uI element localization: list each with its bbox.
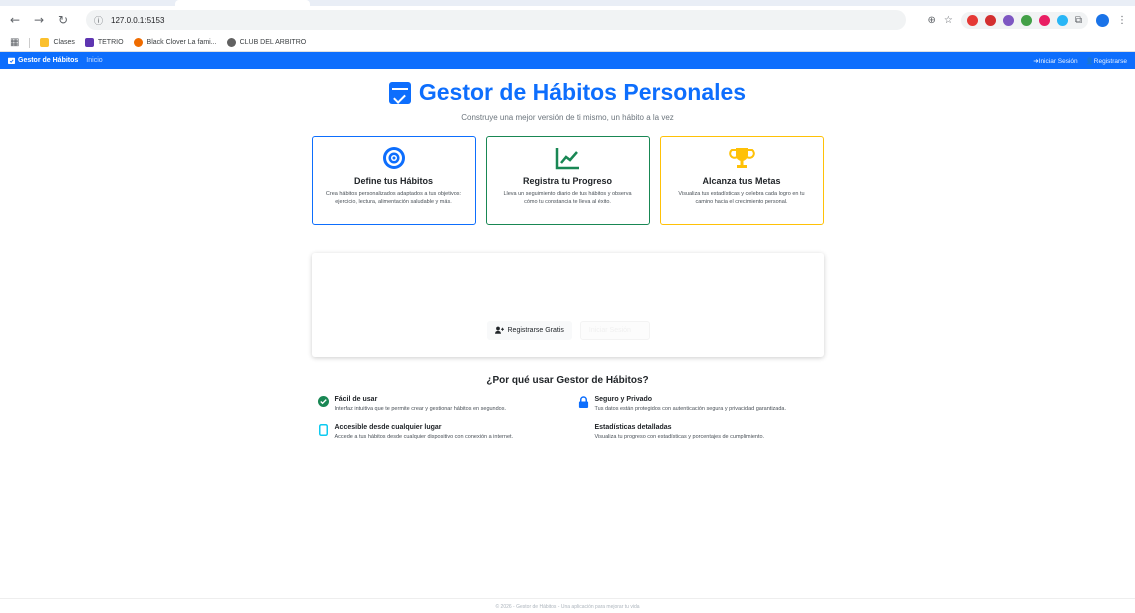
why-item-title: Accesible desde cualquier lugar xyxy=(334,423,442,431)
site-info-icon[interactable]: ⓘ xyxy=(94,14,103,27)
menu-dots-icon[interactable]: ⋮ xyxy=(1117,15,1127,26)
footer-text: © 2026 - Gestor de Hábitos - Una aplicac… xyxy=(495,604,640,610)
why-item-text: Interfaz intuitiva que te permite crear … xyxy=(334,405,507,412)
why-item-stats: Estadísticas detalladas Visualiza tu prog… xyxy=(578,424,828,440)
feature-card-goals: Alcanza tus Metas Visualiza tus estadíst… xyxy=(659,135,824,225)
feature-card-progress: Registra tu Progreso Lleva un seguimient… xyxy=(485,135,650,225)
why-item-title: Fácil de usar xyxy=(334,395,378,403)
calendar-check-icon xyxy=(8,57,15,64)
login-label: Iniciar Sesión xyxy=(1038,57,1078,65)
register-label: Registrarse xyxy=(1093,57,1127,65)
calendar-check-icon xyxy=(388,81,411,104)
why-item-accessible: Accesible desde cualquier lugar Accede a … xyxy=(318,423,568,440)
phone-icon xyxy=(319,423,328,436)
browser-toolbar: ← → ↻ ⓘ 127.0.0.1:5153 ⊕ ☆ ⧉ ⋮ xyxy=(0,6,1135,34)
page-title-text: Gestor de Hábitos Personales xyxy=(418,79,747,105)
lock-icon xyxy=(578,395,589,408)
bookmark-tetrio[interactable]: TETRIO xyxy=(84,38,124,47)
app-navbar: Gestor de Hábitos Inicio ➜Iniciar Sesión… xyxy=(0,52,1135,69)
divider xyxy=(29,37,31,48)
bookmark-label: CLUB DEL ARBITRO xyxy=(239,39,307,46)
why-item-text: Accede a tus hábitos desde cualquier dis… xyxy=(334,433,514,440)
tab-strip xyxy=(0,0,1135,6)
nav-register-link[interactable]: 👤Registrarse xyxy=(1086,57,1127,65)
why-item-title: Estadísticas detalladas xyxy=(594,423,672,431)
url-text: 127.0.0.1:5153 xyxy=(111,15,165,25)
address-bar[interactable]: ⓘ 127.0.0.1:5153 xyxy=(86,10,906,30)
check-circle-icon xyxy=(318,396,329,407)
folder-icon xyxy=(40,38,50,47)
cta-box: Registrarse Gratis Iniciar Sesión xyxy=(312,253,824,357)
cta-login-button[interactable]: Iniciar Sesión xyxy=(579,320,650,340)
why-item-text: Visualiza tu progreso con estadísticas y… xyxy=(594,433,765,440)
brand-label: Gestor de Hábitos xyxy=(18,57,79,64)
tetrio-icon xyxy=(84,38,94,47)
reload-icon[interactable]: ↻ xyxy=(56,13,70,27)
nav-home-link[interactable]: Inicio xyxy=(86,57,102,64)
extension-icon[interactable] xyxy=(984,14,996,26)
bookmarks-bar: ▦ Clases TETRIO Black Clover La fami... … xyxy=(0,34,1135,52)
opera-extension-icon[interactable] xyxy=(966,14,978,26)
browser-tab[interactable] xyxy=(175,0,310,6)
puzzle-icon[interactable]: ⧉ xyxy=(1075,15,1082,26)
bookmark-label: Black Clover La fami... xyxy=(146,39,217,46)
chart-line-icon xyxy=(555,147,579,169)
why-item-easy: Fácil de usar Interfaz intuitiva que te p… xyxy=(318,396,568,412)
feature-cards: Define tus Hábitos Crea hábitos personal… xyxy=(0,135,1135,225)
bookmark-star-icon[interactable]: ☆ xyxy=(944,15,953,26)
back-icon[interactable]: ← xyxy=(8,13,22,27)
trophy-icon xyxy=(728,147,755,168)
navbar-brand[interactable]: Gestor de Hábitos xyxy=(8,57,78,64)
extensions-bar: ⧉ xyxy=(960,11,1088,29)
extension-icon[interactable] xyxy=(1056,14,1068,26)
page-title: Gestor de Hábitos Personales xyxy=(388,79,747,106)
page-subtitle: Construye una mejor versión de ti mismo,… xyxy=(461,112,674,122)
bookmark-black-clover[interactable]: Black Clover La fami... xyxy=(133,38,217,47)
zoom-icon[interactable]: ⊕ xyxy=(928,15,936,26)
profile-avatar[interactable] xyxy=(1096,13,1109,27)
card-title: Registra tu Progreso xyxy=(522,175,613,186)
card-text: Lleva un seguimiento diario de tus hábit… xyxy=(503,190,632,205)
feature-card-define: Define tus Hábitos Crea hábitos personal… xyxy=(311,135,476,225)
target-icon xyxy=(382,146,405,169)
bookmark-label: TETRIO xyxy=(97,39,124,46)
why-item-title: Seguro y Privado xyxy=(594,395,653,403)
register-free-label: Registrarse Gratis xyxy=(507,326,564,334)
forward-icon[interactable]: → xyxy=(32,13,46,27)
apps-grid-icon[interactable]: ▦ xyxy=(10,37,19,48)
card-title: Alcanza tus Metas xyxy=(702,175,781,186)
card-title: Define tus Hábitos xyxy=(353,175,433,186)
extension-icon[interactable] xyxy=(1002,14,1014,26)
why-item-secure: Seguro y Privado Tus datos están protegid… xyxy=(578,396,828,412)
crunchyroll-icon xyxy=(133,38,143,47)
why-section-title: ¿Por qué usar Gestor de Hábitos? xyxy=(486,374,649,386)
card-text: Visualiza tus estadísticas y celebra cad… xyxy=(678,190,805,205)
globe-icon xyxy=(226,38,236,47)
register-free-button[interactable]: Registrarse Gratis xyxy=(486,320,572,340)
why-features: Fácil de usar Interfaz intuitiva que te p… xyxy=(308,396,828,440)
footer-divider xyxy=(0,598,1135,599)
bookmark-clases[interactable]: Clases xyxy=(40,38,75,47)
chart-bar-icon xyxy=(578,424,590,436)
hero-section: Gestor de Hábitos Personales Construye u… xyxy=(0,79,1135,122)
why-item-text: Tus datos están protegidos con autentica… xyxy=(594,405,787,412)
nav-login-link[interactable]: ➜Iniciar Sesión xyxy=(1033,57,1077,65)
user-plus-icon xyxy=(494,326,504,334)
shield-extension-icon[interactable] xyxy=(1020,14,1032,26)
extension-icon[interactable] xyxy=(1038,14,1050,26)
card-text: Crea hábitos personalizados adaptados a … xyxy=(325,190,462,205)
bookmark-label: Clases xyxy=(53,39,75,46)
bookmark-club-arbitro[interactable]: CLUB DEL ARBITRO xyxy=(226,38,307,47)
